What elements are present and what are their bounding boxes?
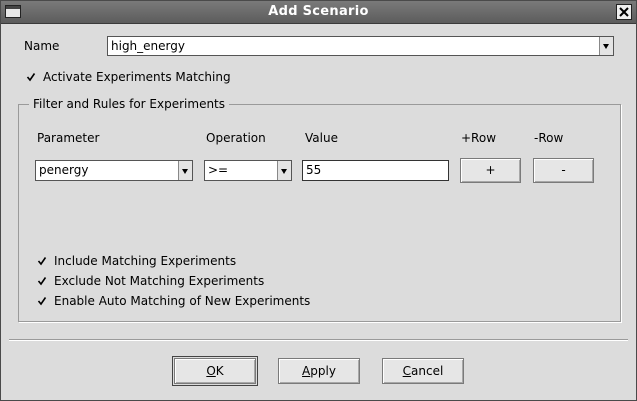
include-matching-checkbox[interactable] (37, 256, 47, 266)
operation-select[interactable]: >= (204, 160, 292, 181)
value-header: Value (305, 131, 338, 145)
operation-header: Operation (206, 131, 266, 145)
add-row-button-label: + (485, 163, 496, 177)
ok-label-rest: K (215, 364, 224, 378)
chevron-down-icon[interactable] (178, 161, 192, 180)
window-title: Add Scenario (268, 4, 369, 19)
include-matching-label: Include Matching Experiments (54, 254, 237, 268)
activate-label: Activate Experiments Matching (43, 70, 231, 84)
filter-rules-group-title: Filter and Rules for Experiments (29, 97, 230, 111)
apply-mnemonic: A (302, 364, 311, 378)
add-row-button[interactable]: + (460, 158, 521, 183)
remove-row-button-label: - (561, 163, 566, 177)
ok-button[interactable]: OK (172, 356, 258, 386)
apply-label-rest: pply (310, 364, 336, 378)
chevron-down-icon[interactable] (599, 37, 613, 55)
auto-matching-label: Enable Auto Matching of New Experiments (54, 294, 311, 308)
add-row-header: +Row (461, 131, 497, 145)
auto-matching-checkbox[interactable] (37, 296, 47, 306)
remove-row-button[interactable]: - (533, 158, 594, 183)
value-input[interactable]: 55 (302, 160, 449, 181)
ok-mnemonic: O (206, 364, 216, 378)
activate-checkbox[interactable] (26, 72, 36, 82)
value-input-text: 55 (306, 163, 322, 177)
chevron-down-icon[interactable] (277, 161, 291, 180)
parameter-value: penergy (39, 163, 89, 177)
cancel-label-rest: ancel (411, 364, 444, 378)
apply-button[interactable]: Apply (278, 358, 360, 384)
cancel-mnemonic: C (402, 364, 412, 378)
name-label: Name (24, 39, 60, 53)
close-icon (619, 7, 629, 17)
remove-row-header: -Row (534, 131, 564, 145)
parameter-select[interactable]: penergy (35, 160, 193, 181)
separator (9, 339, 628, 341)
exclude-not-matching-checkbox[interactable] (37, 276, 47, 286)
add-scenario-dialog: Add Scenario Name high_energy Activate E… (0, 0, 637, 401)
operation-value: >= (208, 163, 229, 177)
title-bar[interactable]: Add Scenario (1, 1, 636, 24)
name-combobox[interactable]: high_energy (107, 36, 614, 56)
cancel-button[interactable]: Cancel (382, 358, 464, 384)
close-button[interactable] (616, 4, 632, 20)
name-value: high_energy (111, 39, 185, 53)
exclude-not-matching-label: Exclude Not Matching Experiments (54, 274, 265, 288)
parameter-header: Parameter (37, 131, 100, 145)
